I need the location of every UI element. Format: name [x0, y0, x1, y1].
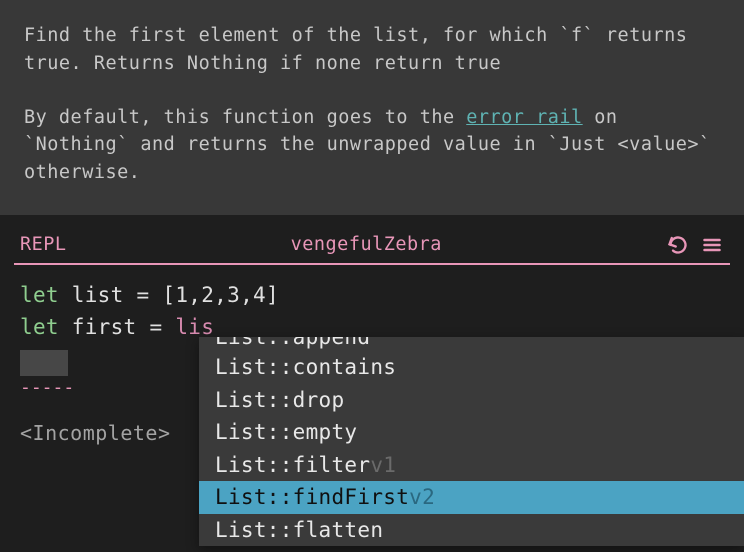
autocomplete-version: v1 — [370, 453, 396, 477]
autocomplete-label: List::filter — [215, 453, 370, 477]
list-literal: [1,2,3,4] — [162, 283, 279, 307]
repl-header: REPL vengefulZebra — [0, 225, 744, 263]
autocomplete-item-selected[interactable]: List::findFirstv2 — [199, 481, 744, 514]
repl-title: vengefulZebra — [67, 234, 666, 255]
autocomplete-version: v2 — [409, 485, 435, 509]
refresh-icon[interactable] — [666, 233, 690, 257]
autocomplete-item[interactable]: List::filterv1 — [199, 449, 744, 482]
cursor-placeholder[interactable] — [20, 350, 68, 376]
doc-text: on — [583, 107, 618, 128]
variable-list: list — [59, 283, 137, 307]
autocomplete-item[interactable]: List::empty — [199, 416, 744, 449]
equals-sign: = — [137, 283, 163, 307]
code-line-1[interactable]: let list = [1,2,3,4] — [20, 279, 724, 312]
autocomplete-item[interactable]: List::drop — [199, 384, 744, 417]
autocomplete-label: List::append — [215, 337, 370, 351]
autocomplete-label: List::contains — [215, 355, 396, 379]
autocomplete-dropdown[interactable]: List::append List::contains List::drop L… — [199, 337, 744, 546]
doc-code-just: `Just <value>` — [548, 134, 711, 155]
menu-icon[interactable] — [700, 233, 724, 257]
repl-label: REPL — [20, 234, 67, 255]
doc-paragraph-1: Find the first element of the list, for … — [24, 22, 720, 78]
doc-paragraph-2: By default, this function goes to the er… — [24, 104, 720, 187]
typed-input[interactable]: lis — [175, 315, 214, 339]
doc-text: By default, this function goes to the — [24, 107, 466, 128]
autocomplete-item-truncated[interactable]: List::append — [199, 337, 744, 351]
autocomplete-label: List::empty — [215, 420, 357, 444]
doc-code-nothing: `Nothing` — [24, 134, 129, 155]
keyword-let: let — [20, 283, 59, 307]
equals-sign: = — [149, 315, 175, 339]
autocomplete-label: List::drop — [215, 388, 344, 412]
doc-text: otherwise. — [24, 162, 140, 183]
autocomplete-item[interactable]: List::flatten — [199, 514, 744, 547]
variable-first: first — [59, 315, 150, 339]
autocomplete-item[interactable]: List::contains — [199, 351, 744, 384]
documentation-panel: Find the first element of the list, for … — [0, 0, 744, 215]
keyword-let: let — [20, 315, 59, 339]
autocomplete-label: List::findFirst — [215, 485, 409, 509]
error-rail-link[interactable]: error rail — [466, 107, 582, 128]
repl-actions — [666, 233, 724, 257]
doc-text: and returns the unwrapped value in — [129, 134, 548, 155]
doc-text: Find the first element of the list, for … — [24, 25, 559, 46]
doc-code-f: `f` — [559, 25, 594, 46]
header-divider — [14, 263, 730, 265]
autocomplete-label: List::flatten — [215, 518, 383, 542]
